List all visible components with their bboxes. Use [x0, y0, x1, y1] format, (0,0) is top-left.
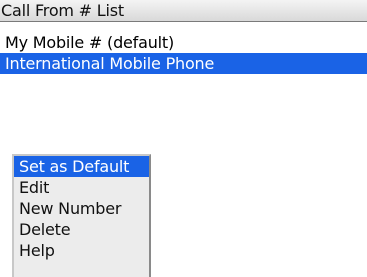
menu-item-new-number[interactable]: New Number: [14, 198, 149, 219]
menu-item-help[interactable]: Help: [14, 240, 149, 261]
menu-item-edit[interactable]: Edit: [14, 177, 149, 198]
screen-title: Call From # List: [1, 1, 124, 20]
call-from-number-list: My Mobile # (default) International Mobi…: [0, 32, 367, 74]
context-menu: Set as Default Edit New Number Delete He…: [12, 154, 151, 277]
title-bar: Call From # List: [0, 0, 367, 22]
menu-item-set-as-default[interactable]: Set as Default: [14, 156, 149, 177]
list-item-my-mobile[interactable]: My Mobile # (default): [0, 32, 367, 53]
menu-item-delete[interactable]: Delete: [14, 219, 149, 240]
list-item-international-mobile-phone[interactable]: International Mobile Phone: [0, 53, 367, 74]
